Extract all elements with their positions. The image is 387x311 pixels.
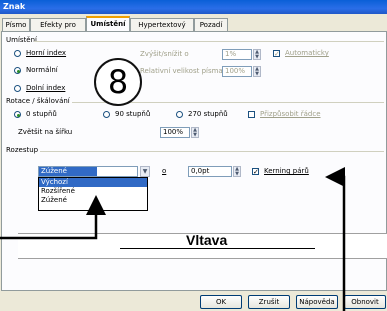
arrow-to-kerning — [325, 167, 346, 311]
annotation-arrows — [0, 167, 346, 311]
arrow-to-dropdown — [0, 195, 106, 240]
